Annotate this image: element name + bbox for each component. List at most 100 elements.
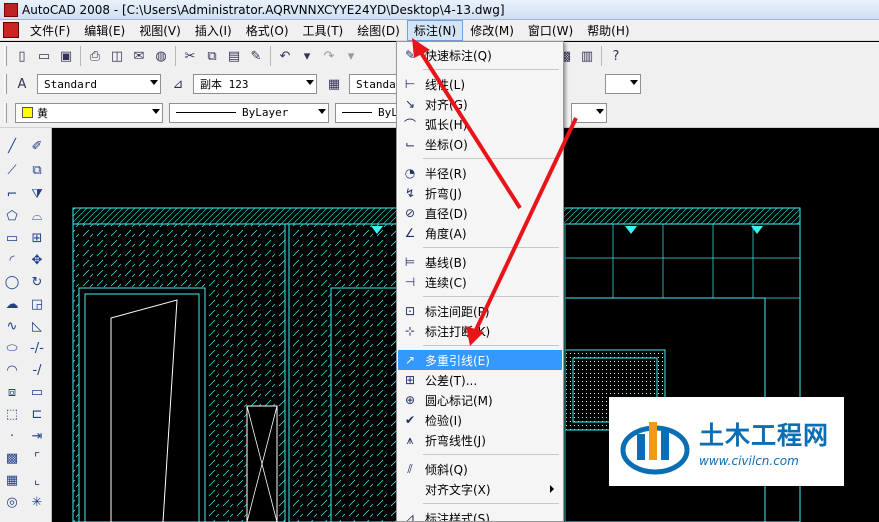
table-style-icon[interactable]: ▦ <box>323 73 345 95</box>
print-icon[interactable]: ⎙ <box>84 45 106 67</box>
dim-style-select[interactable]: 副本 123 <box>193 74 317 94</box>
open-icon[interactable]: ▭ <box>33 45 55 67</box>
menu-item-continue[interactable]: ⊣ 连续(C) <box>398 272 562 292</box>
menu-item-linear[interactable]: ⊢ 线性(L) <box>398 74 562 94</box>
menu-file[interactable]: 文件(F) <box>23 20 77 41</box>
offset-icon[interactable]: ⌓ <box>27 206 47 226</box>
ordinate-icon: ⌙ <box>404 137 416 151</box>
circle-icon[interactable]: ◯ <box>2 272 22 292</box>
globe-icon[interactable]: ◍ <box>150 45 172 67</box>
calculator-icon[interactable]: ▥ <box>576 45 598 67</box>
color-select[interactable]: 黄 <box>15 102 163 123</box>
dim-style-icon[interactable]: ⊿ <box>167 73 189 95</box>
redo-dropdown-icon[interactable]: ▾ <box>340 45 362 67</box>
paste-icon[interactable]: ▤ <box>223 45 245 67</box>
copy-icon[interactable]: ⧉ <box>201 45 223 67</box>
menu-insert[interactable]: 插入(I) <box>188 20 239 41</box>
preview-icon[interactable]: ◫ <box>106 45 128 67</box>
break-at-point-icon[interactable]: ▭ <box>27 382 47 402</box>
menu-item-dim-space[interactable]: ⊡ 标注间距(P) <box>398 301 562 321</box>
menu-help[interactable]: 帮助(H) <box>580 20 636 41</box>
construction-line-icon[interactable]: ⟋ <box>2 160 22 180</box>
rotate-icon[interactable]: ↻ <box>27 272 47 292</box>
mirror-icon[interactable]: ⧩ <box>27 184 47 204</box>
ellipse-arc-icon[interactable]: ◠ <box>2 360 22 380</box>
menu-item-ordinate[interactable]: ⌙ 坐标(O) <box>398 134 562 154</box>
menu-item-jogged[interactable]: ↯ 折弯(J) <box>398 183 562 203</box>
dim-style-value: 副本 123 <box>200 78 249 91</box>
menu-separator <box>423 158 559 159</box>
line-icon[interactable]: ╱ <box>2 136 22 156</box>
menu-item-radius[interactable]: ◔ 半径(R) <box>398 163 562 183</box>
menu-draw[interactable]: 绘图(D) <box>350 20 407 41</box>
point-icon[interactable]: · <box>2 426 22 446</box>
make-block-icon[interactable]: ⬚ <box>2 404 22 424</box>
menu-item-quick-dim[interactable]: ✎ 快速标注(Q) <box>398 45 562 65</box>
menu-tools[interactable]: 工具(T) <box>296 20 351 41</box>
publish-icon[interactable]: ✉ <box>128 45 150 67</box>
menu-item-align-text[interactable]: 对齐文字(X) <box>398 479 562 499</box>
toolbar-grip[interactable] <box>4 74 7 94</box>
plotstyle-select[interactable] <box>571 102 607 123</box>
menu-item-jogged-linear[interactable]: ⩚ 折弯线性(J) <box>398 430 562 450</box>
ellipse-icon[interactable]: ⬭ <box>2 338 22 358</box>
menu-item-dim-break[interactable]: ⊹ 标注打断(K) <box>398 321 562 341</box>
save-icon[interactable]: ▣ <box>55 45 77 67</box>
erase-icon[interactable]: ✐ <box>27 136 47 156</box>
trim-icon[interactable]: -/- <box>27 338 47 358</box>
fillet-icon[interactable]: ⌞ <box>27 470 47 490</box>
revcloud-icon[interactable]: ☁ <box>2 294 22 314</box>
menu-edit[interactable]: 编辑(E) <box>77 20 132 41</box>
insert-block-icon[interactable]: ⧈ <box>2 382 22 402</box>
polyline-icon[interactable]: ⌐ <box>2 184 22 204</box>
menu-format[interactable]: 格式(O) <box>239 20 296 41</box>
app-menu-icon[interactable] <box>3 22 19 38</box>
copy-object-icon[interactable]: ⧉ <box>27 160 47 180</box>
menu-modify[interactable]: 修改(M) <box>463 20 521 41</box>
menu-item-aligned[interactable]: ↘ 对齐(G) <box>398 94 562 114</box>
stretch-icon[interactable]: ◺ <box>27 316 47 336</box>
linetype-select[interactable]: ByLayer <box>169 102 329 123</box>
menu-item-tolerance[interactable]: ⊞ 公差(T)... <box>398 370 562 390</box>
move-icon[interactable]: ✥ <box>27 250 47 270</box>
chamfer-icon[interactable]: ⌜ <box>27 448 47 468</box>
scale-icon[interactable]: ◲ <box>27 294 47 314</box>
styles-extra-select[interactable] <box>605 74 641 94</box>
menu-item-inspection[interactable]: ✔ 检验(I) <box>398 410 562 430</box>
array-icon[interactable]: ⊞ <box>27 228 47 248</box>
lineweight-select[interactable]: ByL <box>335 102 399 123</box>
hatch-icon[interactable]: ▩ <box>2 448 22 468</box>
join-icon[interactable]: ⇥ <box>27 426 47 446</box>
gradient-icon[interactable]: ▦ <box>2 470 22 490</box>
text-style-select[interactable]: Standard <box>37 74 161 94</box>
menu-item-baseline[interactable]: ⊨ 基线(B) <box>398 252 562 272</box>
menu-item-diameter[interactable]: ⊘ 直径(D) <box>398 203 562 223</box>
break-icon[interactable]: ⊏ <box>27 404 47 424</box>
undo-dropdown-icon[interactable]: ▾ <box>296 45 318 67</box>
extend-icon[interactable]: -/ <box>27 360 47 380</box>
cut-icon[interactable]: ✂ <box>179 45 201 67</box>
redo-icon[interactable]: ↷ <box>318 45 340 67</box>
undo-icon[interactable]: ↶ <box>274 45 296 67</box>
polygon-icon[interactable]: ⬠ <box>2 206 22 226</box>
menu-item-angular[interactable]: ∠ 角度(A) <box>398 223 562 243</box>
region-icon[interactable]: ◎ <box>2 492 22 512</box>
toolbar-grip[interactable] <box>4 102 7 123</box>
arc-icon[interactable]: ◜ <box>2 250 22 270</box>
match-properties-icon[interactable]: ✎ <box>245 45 267 67</box>
help-icon[interactable]: ? <box>605 45 627 67</box>
menu-dimension[interactable]: 标注(N) <box>406 19 464 41</box>
spline-icon[interactable]: ∿ <box>2 316 22 336</box>
menu-item-oblique[interactable]: ⫽ 倾斜(Q) <box>398 459 562 479</box>
explode-icon[interactable]: ✳ <box>27 492 47 512</box>
text-style-icon[interactable]: A <box>11 73 33 95</box>
menu-item-multileader[interactable]: ↗ 多重引线(E) <box>398 350 562 370</box>
menu-item-arc-length[interactable]: ⌒ 弧长(H) <box>398 114 562 134</box>
rectangle-icon[interactable]: ▭ <box>2 228 22 248</box>
menu-window[interactable]: 窗口(W) <box>521 20 580 41</box>
menu-view[interactable]: 视图(V) <box>132 20 188 41</box>
new-icon[interactable]: ▯ <box>11 45 33 67</box>
menu-item-center-mark[interactable]: ⊕ 圆心标记(M) <box>398 390 562 410</box>
toolbar-grip[interactable] <box>4 46 7 66</box>
menu-item-dim-style[interactable]: ⊿ 标注样式(S)... <box>398 508 562 521</box>
